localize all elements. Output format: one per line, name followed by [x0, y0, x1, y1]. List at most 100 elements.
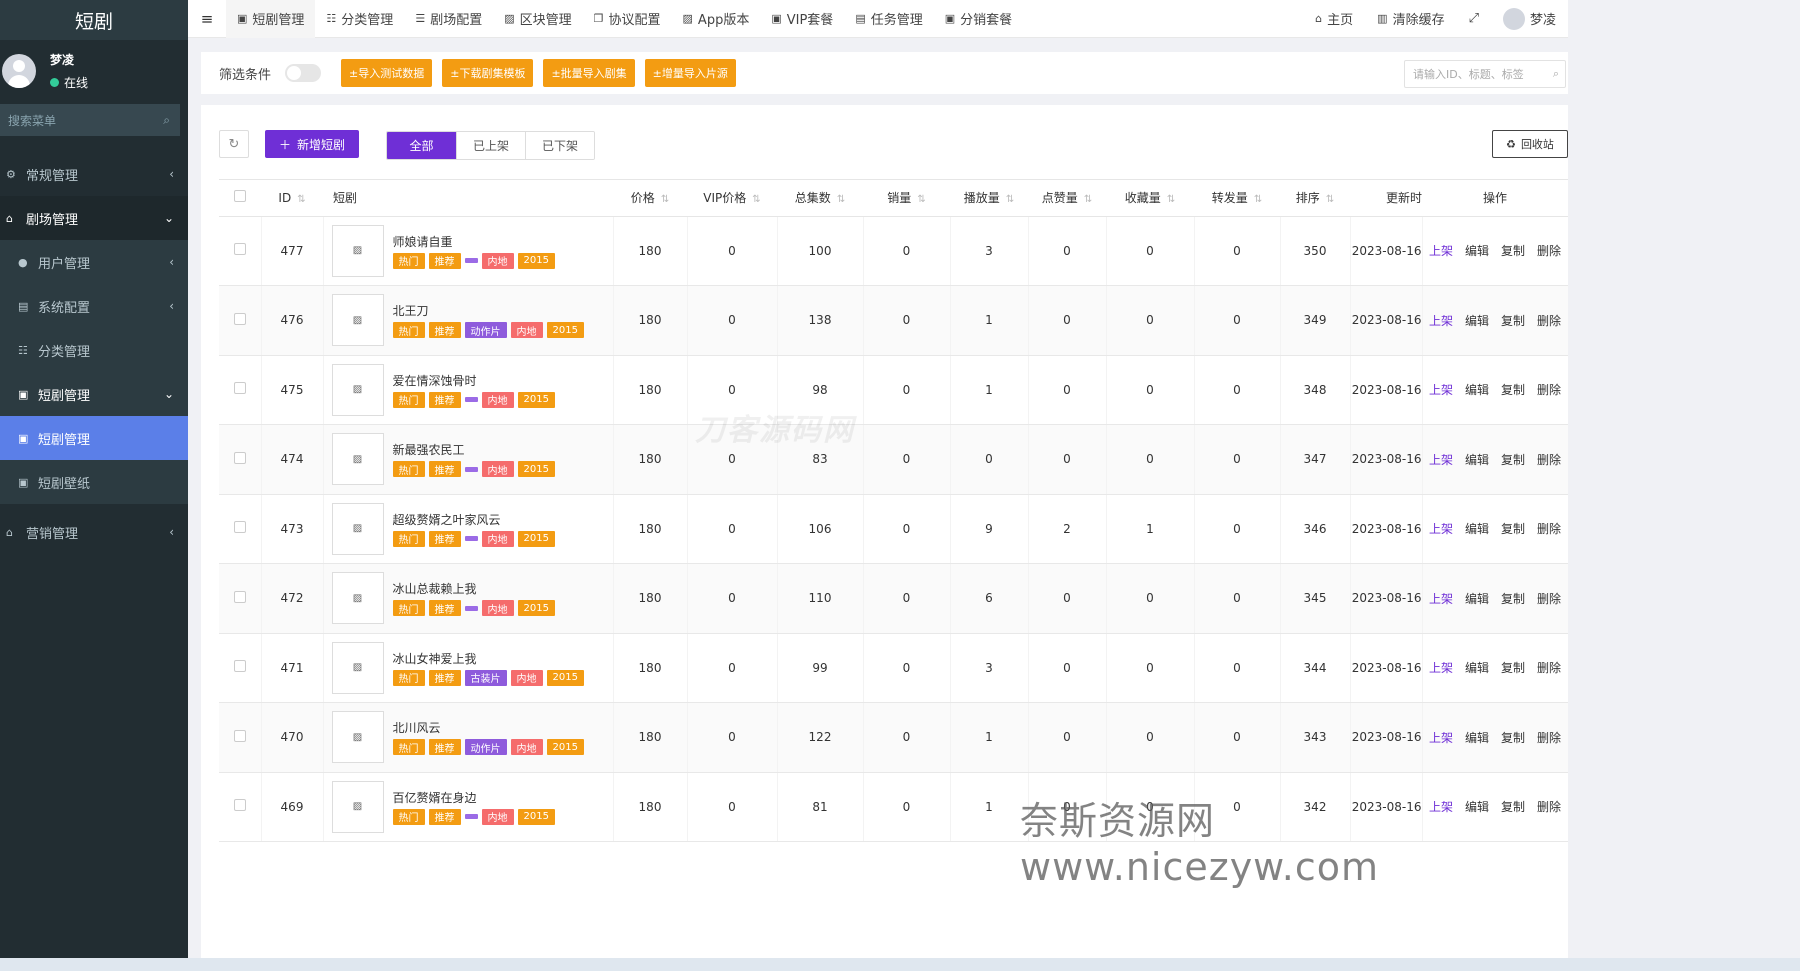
delete-action-button[interactable]: 删除 — [1537, 312, 1561, 329]
edit-action-button[interactable]: 编辑 — [1465, 590, 1489, 607]
cover-image-icon[interactable]: ▨ — [331, 363, 384, 416]
import-test-data-button[interactable]: ±导入测试数据 — [341, 59, 433, 87]
row-checkbox[interactable] — [219, 216, 262, 286]
copy-action-button[interactable]: 复制 — [1501, 520, 1525, 537]
list-action-button[interactable]: 上架 — [1429, 242, 1453, 259]
sidebar-item-users[interactable]: ● 用户管理 ‹ — [0, 240, 188, 284]
copy-action-button[interactable]: 复制 — [1501, 242, 1525, 259]
list-action-button[interactable]: 上架 — [1429, 312, 1453, 329]
sidebar-item-drama-group[interactable]: ▣ 短剧管理 ⌄ — [0, 372, 188, 416]
add-drama-button[interactable]: ＋ 新增短剧 — [265, 130, 360, 158]
col-plays[interactable]: 播放量 ⇅ — [950, 180, 1028, 217]
row-checkbox[interactable] — [219, 633, 262, 703]
col-sales[interactable]: 销量 ⇅ — [863, 180, 950, 217]
delete-action-button[interactable]: 删除 — [1537, 659, 1561, 676]
filter-toggle[interactable] — [285, 64, 322, 82]
tab-app-version[interactable]: ▨ App版本 — [672, 0, 761, 38]
row-checkbox[interactable] — [219, 285, 262, 356]
edit-action-button[interactable]: 编辑 — [1465, 659, 1489, 676]
incremental-import-button[interactable]: ±增量导入片源 — [644, 59, 736, 87]
tab-drama[interactable]: ▣ 短剧管理 — [226, 0, 316, 38]
row-checkbox[interactable] — [219, 772, 262, 842]
recycle-bin-button[interactable]: ♻ 回收站 — [1492, 130, 1568, 158]
edit-action-button[interactable]: 编辑 — [1465, 729, 1489, 746]
cover-image-icon[interactable]: ▨ — [331, 502, 384, 555]
col-sort[interactable]: 排序 ⇅ — [1280, 180, 1350, 217]
sidebar-item-marketing[interactable]: ⌂ 营销管理 ‹ — [0, 510, 188, 554]
copy-action-button[interactable]: 复制 — [1501, 590, 1525, 607]
delete-action-button[interactable]: 删除 — [1537, 520, 1561, 537]
brand-title[interactable]: 短剧 — [0, 0, 188, 40]
col-vip-price[interactable]: VIP价格 ⇅ — [687, 180, 777, 217]
cover-image-icon[interactable]: ▨ — [331, 711, 384, 764]
tab-all[interactable]: 全部 — [387, 132, 456, 159]
user-menu[interactable]: 梦凌 — [1491, 0, 1568, 38]
delete-action-button[interactable]: 删除 — [1537, 242, 1561, 259]
edit-action-button[interactable]: 编辑 — [1465, 451, 1489, 468]
sidebar-item-system[interactable]: ▤ 系统配置 ‹ — [0, 284, 188, 328]
refresh-icon[interactable]: ↻ — [219, 130, 249, 158]
batch-import-button[interactable]: ±批量导入剧集 — [543, 59, 635, 87]
cover-image-icon[interactable]: ▨ — [331, 224, 384, 277]
copy-action-button[interactable]: 复制 — [1501, 729, 1525, 746]
cover-image-icon[interactable]: ▨ — [331, 294, 384, 347]
list-action-button[interactable]: 上架 — [1429, 659, 1453, 676]
list-action-button[interactable]: 上架 — [1429, 590, 1453, 607]
list-action-button[interactable]: 上架 — [1429, 520, 1453, 537]
delete-action-button[interactable]: 删除 — [1537, 451, 1561, 468]
col-id[interactable]: ID ⇅ — [261, 180, 323, 217]
cell-likes: 0 — [1028, 355, 1107, 425]
edit-action-button[interactable]: 编辑 — [1465, 381, 1489, 398]
row-checkbox[interactable] — [219, 563, 262, 634]
edit-action-button[interactable]: 编辑 — [1465, 242, 1489, 259]
copy-action-button[interactable]: 复制 — [1501, 659, 1525, 676]
col-favs[interactable]: 收藏量 ⇅ — [1106, 180, 1194, 217]
tab-category[interactable]: ☷ 分类管理 — [315, 0, 404, 38]
list-action-button[interactable]: 上架 — [1429, 729, 1453, 746]
col-likes[interactable]: 点赞量 ⇅ — [1028, 180, 1106, 217]
tab-theater-config[interactable]: ☰ 剧场配置 — [404, 0, 493, 38]
tab-agreement[interactable]: ❐ 协议配置 — [583, 0, 672, 38]
tab-unlisted[interactable]: 已下架 — [525, 132, 594, 159]
list-action-button[interactable]: 上架 — [1429, 381, 1453, 398]
row-checkbox[interactable] — [219, 494, 262, 564]
sidebar-item-category[interactable]: ☷ 分类管理 — [0, 328, 188, 372]
tab-blocks[interactable]: ▨ 区块管理 — [493, 0, 582, 38]
col-episodes[interactable]: 总集数 ⇅ — [777, 180, 863, 217]
edit-action-button[interactable]: 编辑 — [1465, 312, 1489, 329]
edit-action-button[interactable]: 编辑 — [1465, 520, 1489, 537]
sidebar-item-wallpaper[interactable]: ▣ 短剧壁纸 — [0, 460, 188, 504]
col-shares[interactable]: 转发量 ⇅ — [1194, 180, 1280, 217]
row-checkbox[interactable] — [219, 702, 262, 773]
delete-action-button[interactable]: 删除 — [1537, 590, 1561, 607]
clear-cache-button[interactable]: ▥ 清除缓存 — [1365, 0, 1456, 38]
menu-toggle-icon[interactable]: ≡ — [188, 10, 226, 28]
cell-shares: 0 — [1194, 494, 1281, 564]
cover-image-icon[interactable]: ▨ — [331, 433, 384, 486]
copy-action-button[interactable]: 复制 — [1501, 451, 1525, 468]
col-price[interactable]: 价格 ⇅ — [613, 180, 687, 217]
tab-listed[interactable]: 已上架 — [456, 132, 525, 159]
cover-image-icon[interactable]: ▨ — [331, 572, 384, 625]
download-template-button[interactable]: ±下载剧集模板 — [442, 59, 534, 87]
menu-search-input[interactable]: 搜索菜单 ⌕ — [0, 104, 180, 136]
delete-action-button[interactable]: 删除 — [1537, 729, 1561, 746]
delete-action-button[interactable]: 删除 — [1537, 381, 1561, 398]
tab-vip[interactable]: ▣ VIP套餐 — [760, 0, 844, 38]
sidebar-item-general[interactable]: ⚙ 常规管理 ‹ — [0, 152, 188, 196]
select-all-checkbox[interactable] — [219, 180, 261, 217]
copy-action-button[interactable]: 复制 — [1501, 381, 1525, 398]
search-input[interactable]: 请输入ID、标题、标签 ⌕ — [1404, 60, 1566, 88]
list-action-button[interactable]: 上架 — [1429, 451, 1453, 468]
row-checkbox[interactable] — [219, 424, 262, 495]
copy-action-button[interactable]: 复制 — [1501, 312, 1525, 329]
fullscreen-icon[interactable]: ⤢ — [1457, 0, 1491, 38]
cover-image-icon[interactable]: ▨ — [331, 641, 384, 694]
sidebar-item-theater[interactable]: ⌂ 剧场管理 ⌄ — [0, 196, 188, 240]
home-link[interactable]: ⌂ 主页 — [1303, 0, 1365, 38]
cover-image-icon[interactable]: ▨ — [331, 780, 384, 833]
row-checkbox[interactable] — [219, 355, 262, 425]
tab-distribution[interactable]: ▣ 分销套餐 — [934, 0, 1023, 38]
sidebar-item-drama[interactable]: ▣ 短剧管理 — [0, 416, 188, 460]
tab-tasks[interactable]: ▤ 任务管理 — [844, 0, 933, 38]
